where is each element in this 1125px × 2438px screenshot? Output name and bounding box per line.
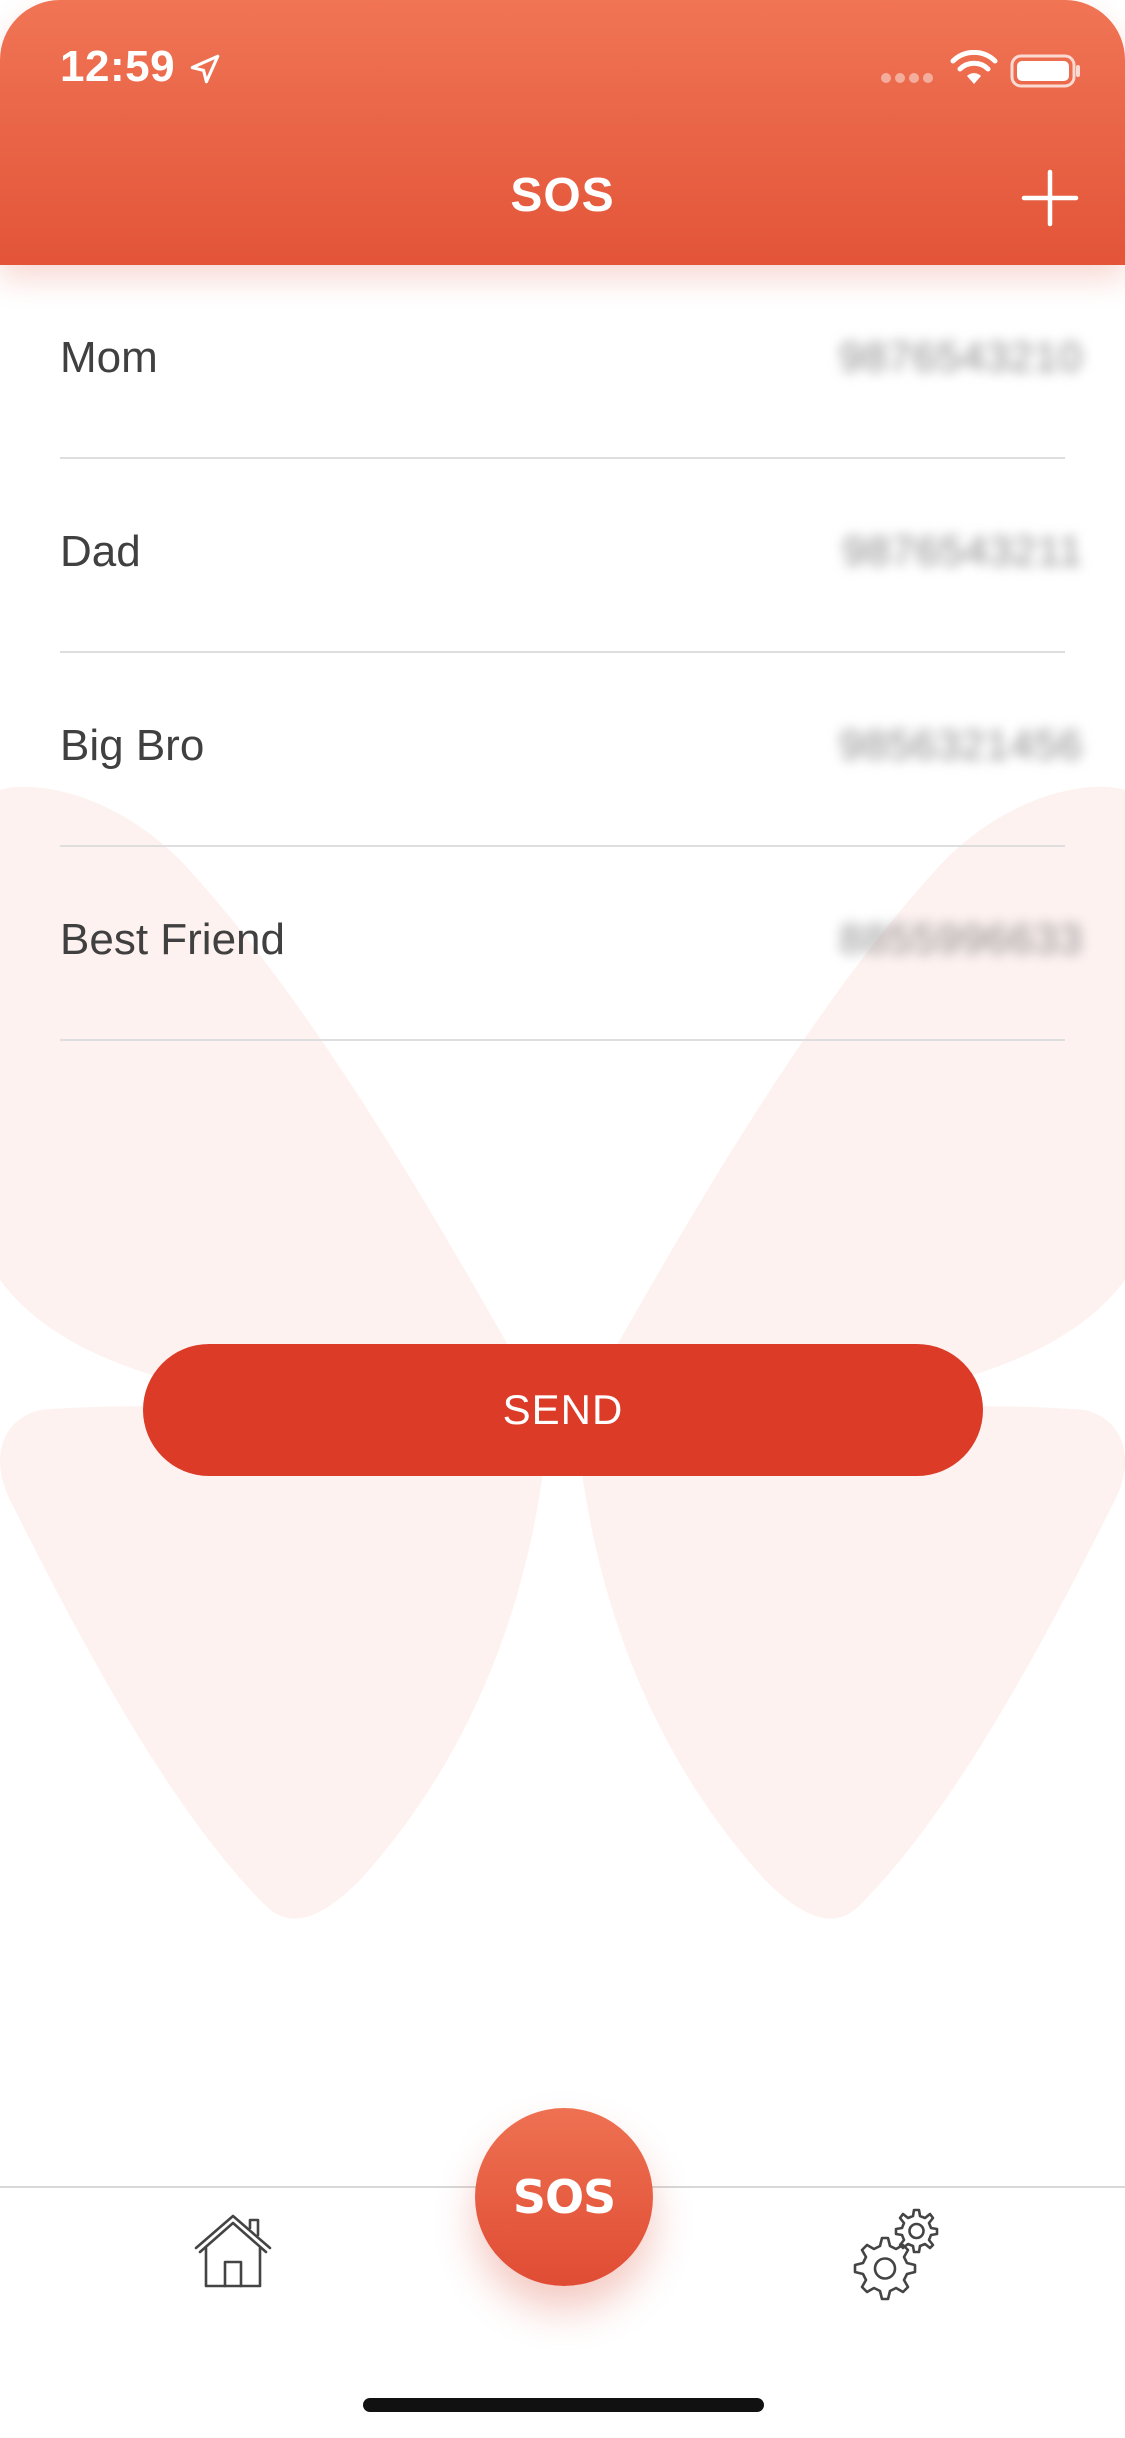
contact-phone: 9876543210 [839,333,1083,380]
contact-name: Best Friend [60,915,285,964]
wifi-icon [950,50,998,84]
contact-name: Big Bro [60,721,205,770]
battery-icon [1010,54,1080,88]
location-arrow-icon [190,54,220,84]
contact-name: Mom [60,333,158,382]
contact-name: Dad [60,527,141,576]
home-indicator [363,2398,764,2412]
settings-gears-icon[interactable] [844,2202,944,2302]
sos-button[interactable]: SOS [475,2108,653,2286]
add-contact-button[interactable] [1020,168,1080,228]
contact-list: Mom 9876543210 Dad 9876543211 Big Bro 98… [0,265,1125,1041]
home-icon[interactable] [190,2208,276,2294]
contact-phone: 9856321456 [839,721,1083,768]
contact-row[interactable]: Best Friend 8855996633 [60,847,1082,1041]
contact-row[interactable]: Dad 9876543211 [60,459,1082,653]
header-bar: 12:59 SOS [0,0,1125,265]
contact-phone: 8855996633 [839,915,1083,962]
send-button[interactable]: SEND [143,1344,983,1476]
contact-phone: 9876543211 [842,527,1083,574]
contact-row[interactable]: Big Bro 9856321456 [60,653,1082,847]
contact-row[interactable]: Mom 9876543210 [60,265,1082,459]
status-time: 12:59 [60,42,176,91]
page-title: SOS [510,169,615,222]
cellular-signal-icon [881,73,933,83]
